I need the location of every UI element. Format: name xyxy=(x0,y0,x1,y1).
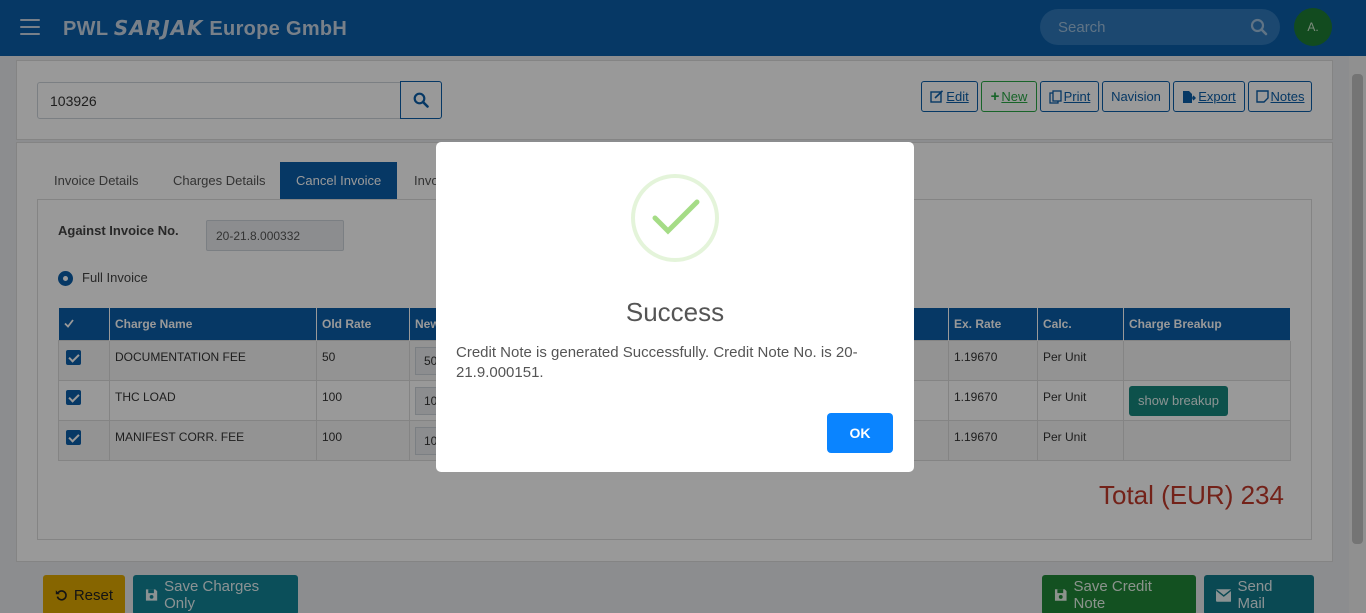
ok-button[interactable]: OK xyxy=(827,413,893,453)
dialog-title: Success xyxy=(625,297,725,327)
dialog-message: Credit Note is generated Successfully. C… xyxy=(456,344,858,381)
success-check-icon xyxy=(631,174,719,262)
success-dialog: Success Credit Note is generated Success… xyxy=(436,142,914,472)
